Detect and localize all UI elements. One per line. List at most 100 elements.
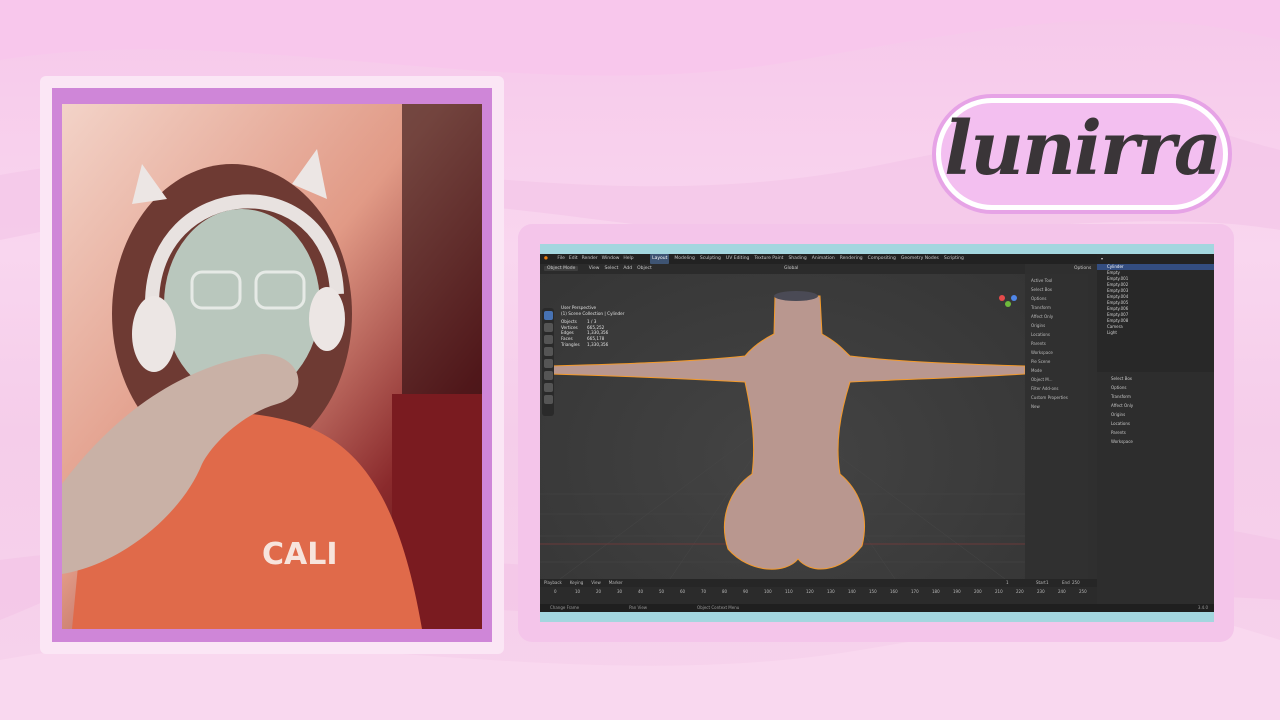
timeline-menu-keying[interactable]: Keying bbox=[570, 580, 583, 585]
timeline-tick: 70 bbox=[701, 589, 707, 594]
viewport-header: Object Mode View Select Add Object Global O… bbox=[540, 264, 1091, 274]
timeline-tick: 20 bbox=[596, 589, 602, 594]
timeline-tick: 180 bbox=[932, 589, 940, 594]
properties-item[interactable]: Select Box bbox=[1111, 376, 1214, 381]
npanel-item[interactable]: Affect Only bbox=[1031, 314, 1088, 319]
webcam-video: CALI bbox=[62, 104, 482, 629]
rotate-tool-icon[interactable] bbox=[543, 347, 553, 356]
status-hint: Object Context Menu bbox=[697, 605, 740, 610]
properties-item[interactable]: Workspace bbox=[1111, 439, 1214, 444]
scale-tool-icon[interactable] bbox=[543, 359, 553, 368]
npanel-item[interactable]: Object M... bbox=[1031, 377, 1088, 382]
gizmo-y-axis[interactable] bbox=[1005, 301, 1011, 307]
properties-item[interactable]: Affect Only bbox=[1111, 403, 1214, 408]
properties-item[interactable]: Transform bbox=[1111, 394, 1214, 399]
tab-animation[interactable]: Animation bbox=[812, 254, 835, 264]
timeline-tick: 160 bbox=[890, 589, 898, 594]
move-tool-icon[interactable] bbox=[543, 335, 553, 344]
version-label: 3.4.0 bbox=[1197, 605, 1208, 610]
timeline-tick: 210 bbox=[995, 589, 1003, 594]
timeline-tick: 50 bbox=[659, 589, 665, 594]
timeline-ruler[interactable]: 0 10 20 30 40 50 60 70 80 90 100 110 120 130 140 150 160… bbox=[540, 587, 1097, 597]
status-bar: Change Frame Pan View Object Context Menu 3… bbox=[540, 604, 1214, 612]
timeline-tick: 120 bbox=[806, 589, 814, 594]
outliner-filter-icon[interactable]: ▾ bbox=[1101, 256, 1103, 261]
topbar-menu-render[interactable]: Render bbox=[582, 254, 598, 264]
npanel-item[interactable]: Custom Properties bbox=[1031, 395, 1088, 400]
tab-layout[interactable]: Layout bbox=[650, 254, 670, 264]
timeline-tick: 170 bbox=[911, 589, 919, 594]
timeline-menu-marker[interactable]: Marker bbox=[609, 580, 623, 585]
tab-shading[interactable]: Shading bbox=[788, 254, 806, 264]
options-dropdown[interactable]: Options bbox=[1074, 264, 1091, 274]
npanel-item[interactable]: Locations bbox=[1031, 332, 1088, 337]
timeline-tick: 140 bbox=[848, 589, 856, 594]
tab-modeling[interactable]: Modeling bbox=[674, 254, 694, 264]
timeline-tick: 150 bbox=[869, 589, 877, 594]
timeline-menu-view[interactable]: View bbox=[591, 580, 601, 585]
tab-texture-paint[interactable]: Texture Paint bbox=[754, 254, 783, 264]
current-frame-field[interactable]: 1 bbox=[1006, 579, 1009, 587]
status-hint: Change Frame bbox=[550, 605, 580, 610]
npanel-item[interactable]: New bbox=[1031, 404, 1088, 409]
npanel-item[interactable]: Mode bbox=[1031, 368, 1088, 373]
properties-item[interactable]: Locations bbox=[1111, 421, 1214, 426]
npanel-item[interactable]: Select Box bbox=[1031, 287, 1088, 292]
gizmo-z-axis[interactable] bbox=[1011, 295, 1017, 301]
timeline-menu-playback[interactable]: Playback bbox=[544, 580, 562, 585]
header-menu-object[interactable]: Object bbox=[637, 266, 652, 271]
header-menu-view[interactable]: View bbox=[589, 266, 600, 271]
timeline-header: Playback Keying View Marker 1 Start 1 End 2… bbox=[540, 579, 1097, 587]
outliner-panel: ▾ Cylinder Empty Empty.001 Empty.002 Empty.0… bbox=[1097, 254, 1214, 372]
mode-selector[interactable]: Object Mode bbox=[544, 266, 579, 271]
tab-compositing[interactable]: Compositing bbox=[868, 254, 896, 264]
start-frame-field[interactable]: 1 bbox=[1046, 579, 1049, 587]
transform-orientation-selector[interactable]: Global bbox=[784, 264, 798, 274]
properties-item[interactable]: Parents bbox=[1111, 430, 1214, 435]
blender-logo-icon[interactable]: ● bbox=[544, 254, 548, 264]
npanel-item[interactable]: Workspace bbox=[1031, 350, 1088, 355]
npanel-item[interactable]: Parents bbox=[1031, 341, 1088, 346]
npanel-item[interactable]: Origins bbox=[1031, 323, 1088, 328]
header-menu-add[interactable]: Add bbox=[623, 266, 632, 271]
topbar-menu-edit[interactable]: Edit bbox=[569, 254, 578, 264]
measure-tool-icon[interactable] bbox=[543, 395, 553, 404]
timeline-tick: 230 bbox=[1037, 589, 1045, 594]
stat-value: 1,330,356 bbox=[587, 341, 609, 347]
tab-geometry-nodes[interactable]: Geometry Nodes bbox=[901, 254, 939, 264]
tab-uv-editing[interactable]: UV Editing bbox=[726, 254, 749, 264]
3d-viewport[interactable]: User Perspective (1) Scene Collection | … bbox=[540, 274, 1026, 580]
header-menu-select[interactable]: Select bbox=[604, 266, 618, 271]
tab-rendering[interactable]: Rendering bbox=[840, 254, 863, 264]
cursor-tool-icon[interactable] bbox=[543, 323, 553, 332]
transform-tool-icon[interactable] bbox=[543, 371, 553, 380]
timeline-tick: 40 bbox=[638, 589, 644, 594]
timeline-tick: 60 bbox=[680, 589, 686, 594]
timeline-tick: 0 bbox=[554, 589, 557, 594]
properties-item[interactable]: Options bbox=[1111, 385, 1214, 390]
npanel-item[interactable]: Filter Add-ons bbox=[1031, 386, 1088, 391]
stat-label: Triangles bbox=[561, 341, 580, 347]
gizmo-x-axis[interactable] bbox=[999, 295, 1005, 301]
logo-text: lunirra bbox=[944, 106, 1222, 192]
end-frame-field[interactable]: 250 bbox=[1072, 579, 1080, 587]
timeline-tick: 110 bbox=[785, 589, 793, 594]
npanel-item[interactable]: Active Tool bbox=[1031, 278, 1088, 283]
annotate-tool-icon[interactable] bbox=[543, 383, 553, 392]
topbar-menu-window[interactable]: Window bbox=[602, 254, 620, 264]
topbar-menu-file[interactable]: File bbox=[557, 254, 565, 264]
npanel-item[interactable]: Transform bbox=[1031, 305, 1088, 310]
tab-scripting[interactable]: Scripting bbox=[944, 254, 964, 264]
svg-text:CALI: CALI bbox=[262, 537, 338, 572]
tab-sculpting[interactable]: Sculpting bbox=[700, 254, 721, 264]
timeline-tick: 250 bbox=[1079, 589, 1087, 594]
npanel-item[interactable]: Options bbox=[1031, 296, 1088, 301]
outliner-row[interactable]: Light bbox=[1097, 330, 1214, 336]
status-hint: Pan View bbox=[629, 605, 648, 610]
select-box-tool-icon[interactable] bbox=[543, 311, 553, 320]
npanel-item[interactable]: Pie Scene bbox=[1031, 359, 1088, 364]
properties-item[interactable]: Origins bbox=[1111, 412, 1214, 417]
topbar-menu-help[interactable]: Help bbox=[623, 254, 633, 264]
timeline-menus: Playback Keying View Marker bbox=[544, 580, 631, 585]
end-label: End bbox=[1062, 580, 1070, 585]
